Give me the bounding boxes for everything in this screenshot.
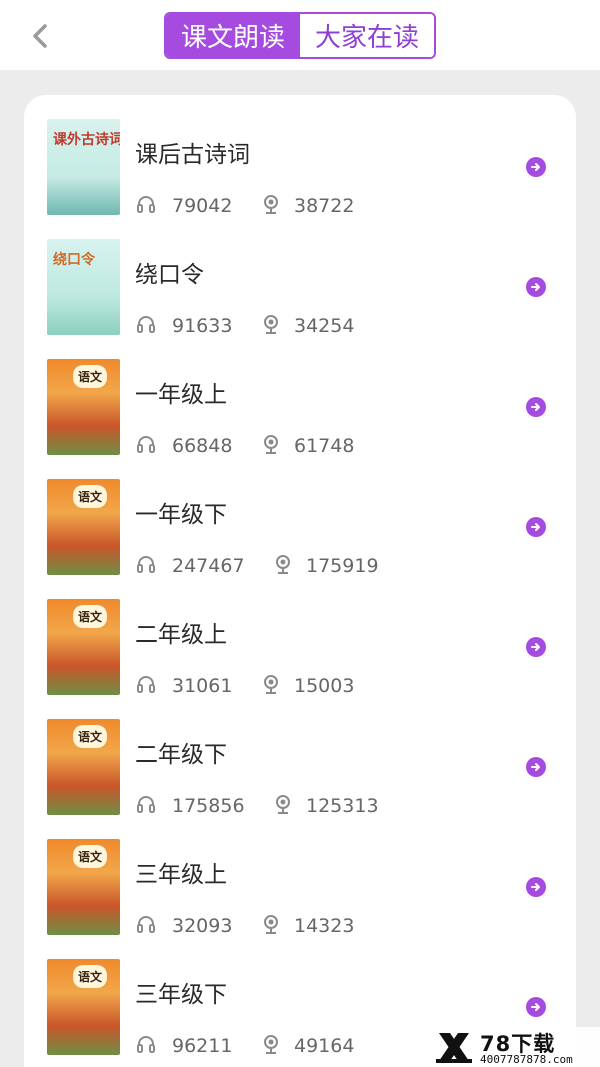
open-book-button[interactable] xyxy=(526,997,546,1017)
read-count: 34254 xyxy=(294,315,355,337)
book-list-card: 课外古诗词 课后古诗词 79042 38722 绕口令 绕口令 91633 34… xyxy=(24,95,576,1067)
listen-count: 31061 xyxy=(172,675,233,697)
book-cover-label: 语文 xyxy=(73,485,108,508)
microphone-icon xyxy=(264,435,278,454)
headphones-icon xyxy=(137,916,155,933)
list-item[interactable]: 课外古诗词 课后古诗词 79042 38722 xyxy=(24,95,576,217)
open-book-button[interactable] xyxy=(526,877,546,897)
book-title: 绕口令 xyxy=(135,262,204,288)
watermark-url: 4007787878.com xyxy=(480,1053,573,1066)
book-cover[interactable]: 课外古诗词 xyxy=(47,119,120,215)
microphone-icon xyxy=(276,555,290,574)
book-title: 一年级下 xyxy=(135,502,227,528)
book-cover[interactable]: 语文 xyxy=(47,959,120,1055)
read-count: 61748 xyxy=(294,435,355,457)
arrow-right-icon xyxy=(531,523,540,531)
read-count: 14323 xyxy=(294,915,355,937)
book-cover-label: 语文 xyxy=(73,365,108,388)
read-count: 49164 xyxy=(294,1035,355,1057)
headphones-icon xyxy=(137,1036,155,1053)
listen-count: 79042 xyxy=(172,195,233,217)
book-title: 三年级下 xyxy=(135,982,227,1008)
book-title: 二年级下 xyxy=(135,742,227,768)
arrow-right-icon xyxy=(531,883,540,891)
open-book-button[interactable] xyxy=(526,397,546,417)
read-count: 38722 xyxy=(294,195,355,217)
listen-count: 96211 xyxy=(172,1035,233,1057)
book-title: 二年级上 xyxy=(135,622,227,648)
top-bar: 课文朗读 大家在读 xyxy=(0,0,600,70)
tab-text-reading[interactable]: 课文朗读 xyxy=(166,14,300,57)
microphone-icon xyxy=(264,915,278,934)
headphones-icon xyxy=(137,196,155,213)
open-book-button[interactable] xyxy=(526,157,546,177)
microphone-icon xyxy=(264,315,278,334)
read-count: 125313 xyxy=(306,795,379,817)
book-title: 三年级上 xyxy=(135,862,227,888)
book-title: 课后古诗词 xyxy=(135,142,250,168)
arrow-right-icon xyxy=(531,403,540,411)
book-cover[interactable]: 语文 xyxy=(47,359,120,455)
book-cover[interactable]: 语文 xyxy=(47,839,120,935)
microphone-icon xyxy=(264,195,278,214)
list-item[interactable]: 语文 二年级上 31061 15003 xyxy=(24,575,576,697)
list-item[interactable]: 语文 一年级下 247467 175919 xyxy=(24,455,576,577)
headphones-icon xyxy=(137,676,155,693)
arrow-right-icon xyxy=(531,763,540,771)
open-book-button[interactable] xyxy=(526,757,546,777)
headphones-icon xyxy=(137,796,155,813)
headphones-icon xyxy=(137,436,155,453)
listen-count: 175856 xyxy=(172,795,245,817)
arrow-right-icon xyxy=(531,283,540,291)
microphone-icon xyxy=(264,675,278,694)
headphones-icon xyxy=(137,316,155,333)
arrow-right-icon xyxy=(531,643,540,651)
open-book-button[interactable] xyxy=(526,517,546,537)
listen-count: 247467 xyxy=(172,555,245,577)
headphones-icon xyxy=(137,556,155,573)
book-cover-label: 语文 xyxy=(73,725,108,748)
chevron-left-icon xyxy=(33,24,47,48)
book-cover[interactable]: 绕口令 xyxy=(47,239,120,335)
book-cover[interactable]: 语文 xyxy=(47,719,120,815)
back-button[interactable] xyxy=(26,22,54,50)
open-book-button[interactable] xyxy=(526,637,546,657)
tab-everyone-reading[interactable]: 大家在读 xyxy=(300,14,434,57)
watermark-logo-icon xyxy=(436,1033,472,1063)
book-title: 一年级上 xyxy=(135,382,227,408)
book-cover-label: 绕口令 xyxy=(53,252,95,268)
listen-count: 66848 xyxy=(172,435,233,457)
read-count: 15003 xyxy=(294,675,355,697)
list-item[interactable]: 绕口令 绕口令 91633 34254 xyxy=(24,215,576,337)
open-book-button[interactable] xyxy=(526,277,546,297)
microphone-icon xyxy=(276,795,290,814)
list-item[interactable]: 语文 二年级下 175856 125313 xyxy=(24,695,576,817)
book-cover-label: 课外古诗词 xyxy=(53,132,120,148)
list-item[interactable]: 语文 三年级上 32093 14323 xyxy=(24,815,576,937)
microphone-icon xyxy=(264,1035,278,1054)
arrow-right-icon xyxy=(531,1003,540,1011)
book-cover-label: 语文 xyxy=(73,845,108,868)
book-cover-label: 语文 xyxy=(73,965,108,988)
arrow-right-icon xyxy=(531,163,540,171)
list-item[interactable]: 语文 一年级上 66848 61748 xyxy=(24,335,576,457)
segment-tabs: 课文朗读 大家在读 xyxy=(164,12,436,59)
book-cover[interactable]: 语文 xyxy=(47,479,120,575)
book-cover[interactable]: 语文 xyxy=(47,599,120,695)
listen-count: 91633 xyxy=(172,315,233,337)
listen-count: 32093 xyxy=(172,915,233,937)
read-count: 175919 xyxy=(306,555,379,577)
watermark: 78下载 4007787878.com xyxy=(430,1027,600,1067)
book-cover-label: 语文 xyxy=(73,605,108,628)
